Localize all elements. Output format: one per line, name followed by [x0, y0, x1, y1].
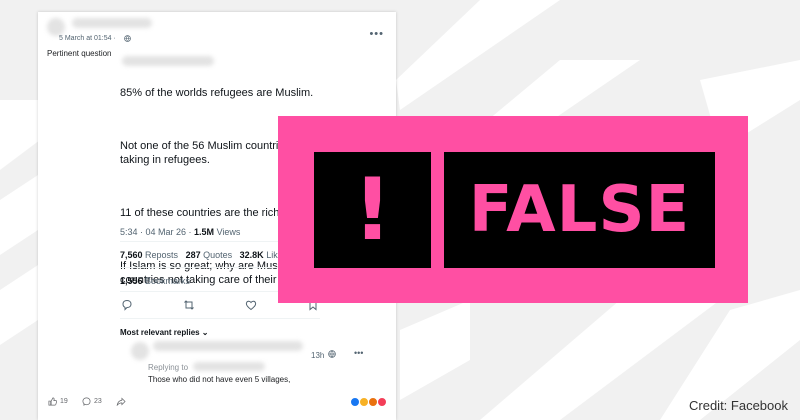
- fb-like-count-text: 19: [60, 398, 68, 405]
- views-label: Views: [214, 227, 241, 237]
- poster-name-redacted[interactable]: [72, 18, 152, 28]
- quotes-label[interactable]: Quotes: [201, 250, 232, 260]
- quotes-count[interactable]: 287: [186, 250, 201, 260]
- tweet-meta: 5:34 · 04 Mar 26 · 1.5M Views: [120, 227, 240, 237]
- tweet-stats: 7,560 Reposts 287 Quotes 32.8K Likes: [120, 250, 287, 260]
- love-reaction-icon: [377, 397, 387, 407]
- share-icon[interactable]: [116, 397, 126, 406]
- exclamation-icon: !: [352, 160, 393, 260]
- false-label-box: FALSE: [444, 152, 715, 268]
- tweet-time-date: 5:34 · 04 Mar 26 ·: [120, 227, 195, 237]
- tweet-author-redacted: [122, 56, 214, 66]
- reply-icon[interactable]: [120, 298, 134, 312]
- bookmarks-label[interactable]: Bookmarks: [143, 276, 190, 286]
- avatar[interactable]: [47, 18, 65, 36]
- tweet-bookmarks: 1,556 Bookmarks: [120, 276, 190, 286]
- likes-count[interactable]: 32.8K: [240, 250, 264, 260]
- most-relevant-replies-dropdown[interactable]: Most relevant replies ⌄: [120, 328, 209, 337]
- false-rating-stamp: ! FALSE: [278, 116, 748, 303]
- fb-comment-count[interactable]: 23: [82, 397, 102, 406]
- globe-icon: [328, 350, 336, 358]
- reposts-count[interactable]: 7,560: [120, 250, 143, 260]
- reaction-icons[interactable]: [350, 397, 387, 407]
- reply-time[interactable]: 13h: [311, 351, 324, 360]
- replying-to-handle-redacted[interactable]: [193, 362, 265, 371]
- reply-avatar[interactable]: [131, 342, 149, 360]
- globe-icon: [124, 35, 131, 42]
- more-horizontal-icon[interactable]: •••: [354, 348, 363, 358]
- reply-text: Those who did not have even 5 villages,: [148, 375, 291, 384]
- bookmarks-count[interactable]: 1,556: [120, 276, 143, 286]
- post-caption: Pertinent question: [47, 49, 112, 58]
- exclamation-box: !: [314, 152, 431, 268]
- fb-like-count[interactable]: 19: [48, 397, 68, 406]
- fb-comment-count-text: 23: [94, 398, 102, 405]
- reply-author-redacted[interactable]: [153, 341, 303, 351]
- image-credit: Credit: Facebook: [689, 398, 788, 413]
- repost-icon[interactable]: [182, 298, 196, 312]
- post-timestamp[interactable]: 5 March at 01:54 ·: [59, 35, 116, 42]
- like-icon: [48, 397, 57, 406]
- views-count: 1.5M: [194, 227, 215, 237]
- comment-icon: [82, 397, 91, 406]
- replying-to-label: Replying to: [148, 363, 189, 372]
- tweet-line: 85% of the worlds refugees are Muslim.: [120, 87, 314, 99]
- false-label: FALSE: [468, 173, 691, 247]
- facebook-action-bar: 19 23: [48, 397, 393, 411]
- more-horizontal-icon[interactable]: •••: [369, 28, 384, 40]
- like-icon[interactable]: [244, 298, 258, 312]
- reposts-label[interactable]: Reposts: [143, 250, 178, 260]
- divider: [120, 318, 320, 319]
